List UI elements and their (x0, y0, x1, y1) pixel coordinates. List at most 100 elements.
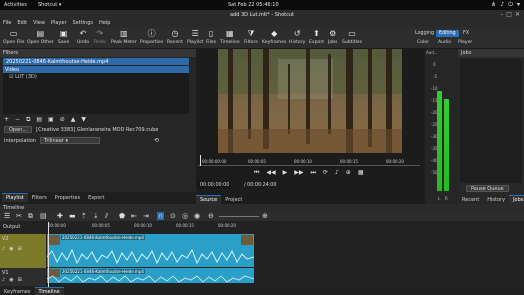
redo-button[interactable]: ↷ Redo (94, 29, 106, 45)
tab-source[interactable]: Source (196, 195, 222, 204)
split-icon[interactable]: ⫽ (105, 212, 108, 221)
play-icon[interactable]: ▶ (283, 169, 288, 177)
layout-fx[interactable]: FX (460, 30, 472, 37)
playhead[interactable] (200, 155, 201, 166)
undo-button[interactable]: ↶ Undo (77, 29, 89, 45)
deselect-filter-icon[interactable]: ⊘ (60, 116, 65, 124)
zoom-slider[interactable] (219, 216, 259, 217)
history-button[interactable]: ↺ History (289, 29, 305, 45)
tab-playlist[interactable]: Playlist (2, 193, 28, 202)
tab-filters[interactable]: Filters (28, 193, 51, 202)
zoom-icon[interactable]: ⊕ (346, 169, 351, 177)
menu-edit[interactable]: Edit (17, 20, 27, 27)
network-icon[interactable]: ⋔ (491, 1, 496, 9)
subtitles-button[interactable]: ▭ Subtitles (342, 29, 362, 45)
tab-export[interactable]: Export (84, 193, 108, 202)
menu-view[interactable]: View (33, 20, 45, 27)
overwrite-icon[interactable]: ⇣ (93, 212, 99, 220)
menu-player[interactable]: Player (51, 20, 67, 27)
tab-recent[interactable]: Recent (458, 195, 483, 204)
timeline-clip-v1[interactable]: 20250221-0846-Kalmthoutse-Heide.mp4 (47, 268, 254, 283)
pause-queue-button[interactable]: Pause Queue (466, 185, 509, 192)
track-header-v2[interactable]: V2 ♪ ◉ ⊞ (0, 234, 46, 268)
menu-file[interactable]: File (3, 20, 11, 27)
move-down-icon[interactable]: ▼ (81, 116, 86, 124)
filters-button[interactable]: ⧩ Filters (244, 29, 258, 45)
jobs-button[interactable]: ⚙ Jobs (328, 29, 337, 45)
skip-previous-icon[interactable]: ⏮ (254, 169, 259, 177)
system-menu-chevron-icon[interactable]: ▾ (517, 1, 520, 9)
ripple-all-icon[interactable]: ◉ (194, 212, 200, 220)
menu-settings[interactable]: Settings (73, 20, 94, 27)
save-button[interactable]: ▣ Save (58, 29, 69, 45)
files-button[interactable]: ▯ Files (206, 29, 216, 45)
ripple-icon[interactable]: ◎ (182, 212, 188, 220)
tab-keyframes[interactable]: Keyframes (0, 287, 35, 295)
activities-button[interactable]: Activities (4, 2, 27, 8)
open-other-button[interactable]: ▤ Open Other (27, 29, 54, 45)
open-file-button[interactable]: ▭ Open File (3, 29, 24, 45)
add-filter-icon[interactable]: + (4, 116, 9, 124)
grid-icon[interactable]: ▦ (358, 169, 364, 177)
mute-icon[interactable]: ♪ (2, 277, 5, 283)
zoom-out-icon[interactable]: ⊖ (208, 212, 214, 220)
timeline-menu-icon[interactable]: ☰ (4, 212, 10, 220)
hide-icon[interactable]: ◉ (9, 277, 13, 283)
layout-audio[interactable]: Audio (438, 40, 451, 45)
tab-timeline[interactable]: Timeline (34, 287, 64, 295)
timeline-playhead[interactable] (48, 222, 49, 287)
power-icon[interactable]: ⏻ (508, 1, 513, 9)
append-icon[interactable]: ✚ (57, 212, 63, 220)
tab-history[interactable]: History (483, 195, 509, 204)
app-menu[interactable]: Shotcut ▾ (38, 2, 61, 8)
interpolation-select[interactable]: Trilinear ▾ (40, 137, 100, 144)
tab-properties[interactable]: Properties (51, 193, 84, 202)
recent-button[interactable]: ◷ Recent (167, 29, 183, 45)
timeline-clip-v2[interactable]: 20250221-0846-Kalmthoutse-Heide.mp4 (47, 234, 254, 267)
copy-filter-icon[interactable]: ⧉ (26, 116, 30, 124)
lock-icon[interactable]: ⊞ (18, 277, 22, 283)
minimize-icon[interactable]: – (500, 11, 503, 18)
ripple-delete-icon[interactable]: ▬ (69, 212, 76, 220)
skip-next-icon[interactable]: ⏭ (311, 169, 316, 177)
copy-icon[interactable]: ⧉ (28, 212, 33, 221)
timeline-ruler[interactable]: 00:00:00 00:00:05 00:00:10 00:00:15 00:0… (46, 222, 524, 229)
mute-icon[interactable]: ♪ (2, 246, 5, 252)
properties-button[interactable]: ⓘ Properties (140, 29, 163, 45)
playlist-clip-item[interactable]: 20250221-0846-Kalmthoutse-Heide.mp4 (3, 58, 189, 65)
rewind-icon[interactable]: ◀◀ (266, 169, 275, 177)
menu-help[interactable]: Help (99, 20, 110, 27)
paste-filter-icon[interactable]: ▤ (36, 116, 42, 124)
lift-icon[interactable]: ⇡ (81, 212, 87, 220)
maximize-icon[interactable]: □ (506, 11, 512, 18)
paste-icon[interactable]: ▤ (40, 212, 47, 220)
keyframes-button[interactable]: ◆ Keyframes (262, 29, 286, 45)
marker-icon[interactable]: ⬟ (119, 212, 125, 220)
clock[interactable]: Sat Feb 22 05:46:10 (228, 2, 279, 8)
volume-icon[interactable]: ♪ (335, 169, 339, 177)
filter-section-video[interactable]: Video (3, 66, 189, 73)
layout-player[interactable]: Player (458, 40, 472, 45)
jobs-list[interactable] (460, 59, 522, 183)
move-up-icon[interactable]: ▲ (71, 116, 76, 124)
layout-editing[interactable]: Editing (436, 30, 459, 37)
snap-icon[interactable]: ∩ (157, 212, 165, 220)
loop-icon[interactable]: ⟳ (323, 169, 328, 177)
volume-icon[interactable]: ♪ (500, 1, 504, 9)
open-lut-button[interactable]: Open... (4, 126, 33, 133)
playlist-button[interactable]: ☰ Playlist (187, 29, 203, 45)
hide-icon[interactable]: ◉ (9, 246, 13, 252)
filter-list-item[interactable]: ☑ LUT (3D) (3, 73, 189, 81)
close-icon[interactable]: ✕ (515, 11, 520, 18)
track-header-v1[interactable]: V1 ♪ ◉ ⊞ (0, 268, 46, 286)
export-button[interactable]: ⬆ Export (309, 29, 324, 45)
timeline-button[interactable]: ▦ Timeline (220, 29, 240, 45)
remove-filter-icon[interactable]: − (15, 116, 20, 124)
zoom-in-icon[interactable]: ⊕ (262, 212, 268, 220)
previous-marker-icon[interactable]: ⇤ (131, 212, 137, 220)
next-marker-icon[interactable]: ⇥ (143, 212, 149, 220)
peak-meter-button[interactable]: ▥ Peak Meter (111, 29, 137, 45)
tab-project[interactable]: Project (221, 195, 246, 204)
lock-icon[interactable]: ⊞ (18, 246, 22, 252)
player-ruler[interactable]: 00:00:00:00 00:00:05 00:00:10 00:00:15 0… (198, 155, 420, 166)
